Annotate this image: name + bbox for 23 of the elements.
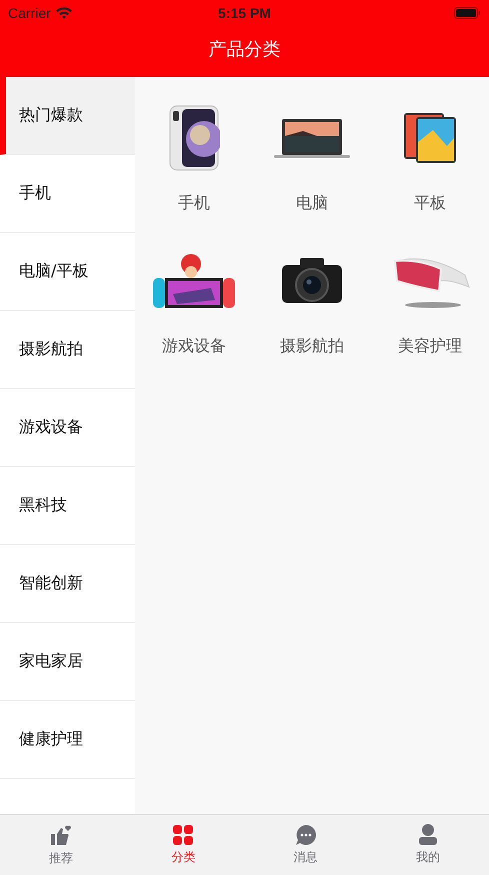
- category-label[interactable]: 游戏设备: [162, 336, 226, 357]
- status-time: 5:15 PM: [218, 4, 271, 20]
- grid-icon: [173, 824, 194, 844]
- carrier-name: Carrier: [8, 4, 51, 20]
- tab-item[interactable]: 我的: [366, 815, 489, 875]
- person-icon: [418, 824, 438, 845]
- sidebar-item[interactable]: 热门爆款: [0, 77, 135, 155]
- category-label[interactable]: 平板: [414, 193, 446, 214]
- laptop-drawing[interactable]: [273, 117, 351, 159]
- tab-item[interactable]: 分类: [122, 815, 244, 875]
- category-label[interactable]: 电脑: [296, 193, 328, 214]
- thumbs-up-icon: [50, 824, 72, 846]
- tab-item[interactable]: 消息: [244, 815, 367, 875]
- battery-icon: [454, 6, 481, 18]
- category-label[interactable]: 美容护理: [398, 336, 462, 357]
- chat-bubble-icon: [296, 824, 316, 844]
- category-label[interactable]: 手机: [178, 193, 210, 214]
- tablet-drawing[interactable]: [403, 112, 457, 164]
- tab-item[interactable]: 推荐: [0, 815, 122, 875]
- wifi-icon: [54, 6, 73, 19]
- category-label[interactable]: 摄影航拍: [280, 336, 344, 357]
- phone-drawing[interactable]: [168, 105, 220, 171]
- page-title: 产品分类: [208, 38, 282, 62]
